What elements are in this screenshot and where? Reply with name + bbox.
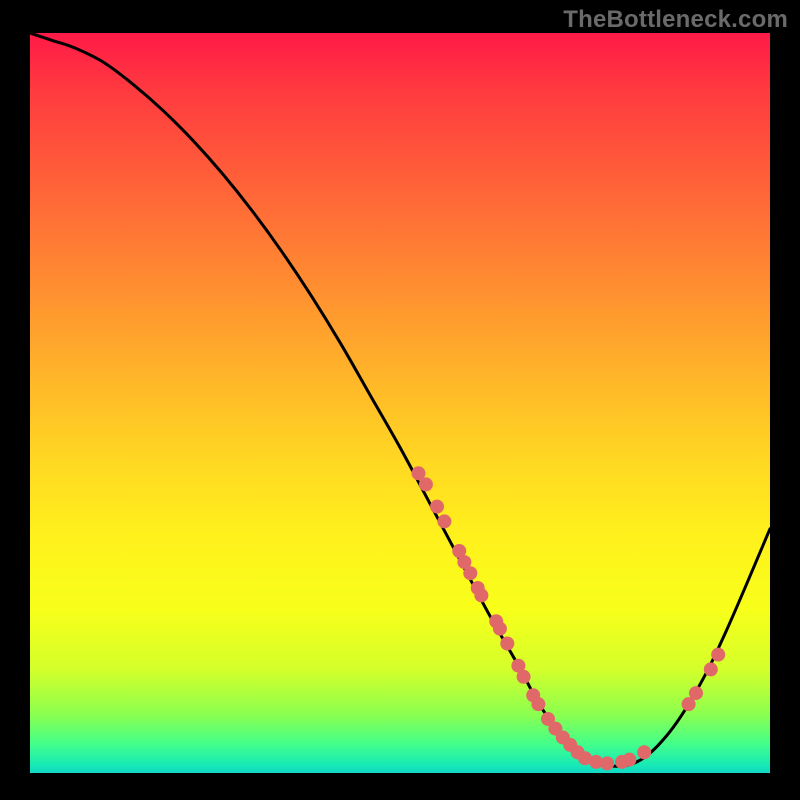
data-dot — [704, 662, 718, 676]
watermark: TheBottleneck.com — [563, 6, 788, 34]
data-dot — [531, 697, 545, 711]
bottleneck-curve — [30, 33, 770, 766]
data-dots — [412, 466, 726, 770]
data-dot — [622, 753, 636, 767]
data-dot — [637, 745, 651, 759]
data-dot — [419, 477, 433, 491]
data-dot — [689, 686, 703, 700]
data-dot — [463, 566, 477, 580]
data-dot — [430, 500, 444, 514]
data-dot — [600, 756, 614, 770]
plot-area — [30, 33, 770, 773]
data-dot — [474, 588, 488, 602]
data-dot — [437, 514, 451, 528]
chart-svg — [30, 33, 770, 773]
curve-path — [30, 33, 770, 766]
figure-root: TheBottleneck.com — [0, 0, 800, 800]
data-dot — [493, 622, 507, 636]
data-dot — [711, 648, 725, 662]
data-dot — [517, 670, 531, 684]
data-dot — [500, 637, 514, 651]
